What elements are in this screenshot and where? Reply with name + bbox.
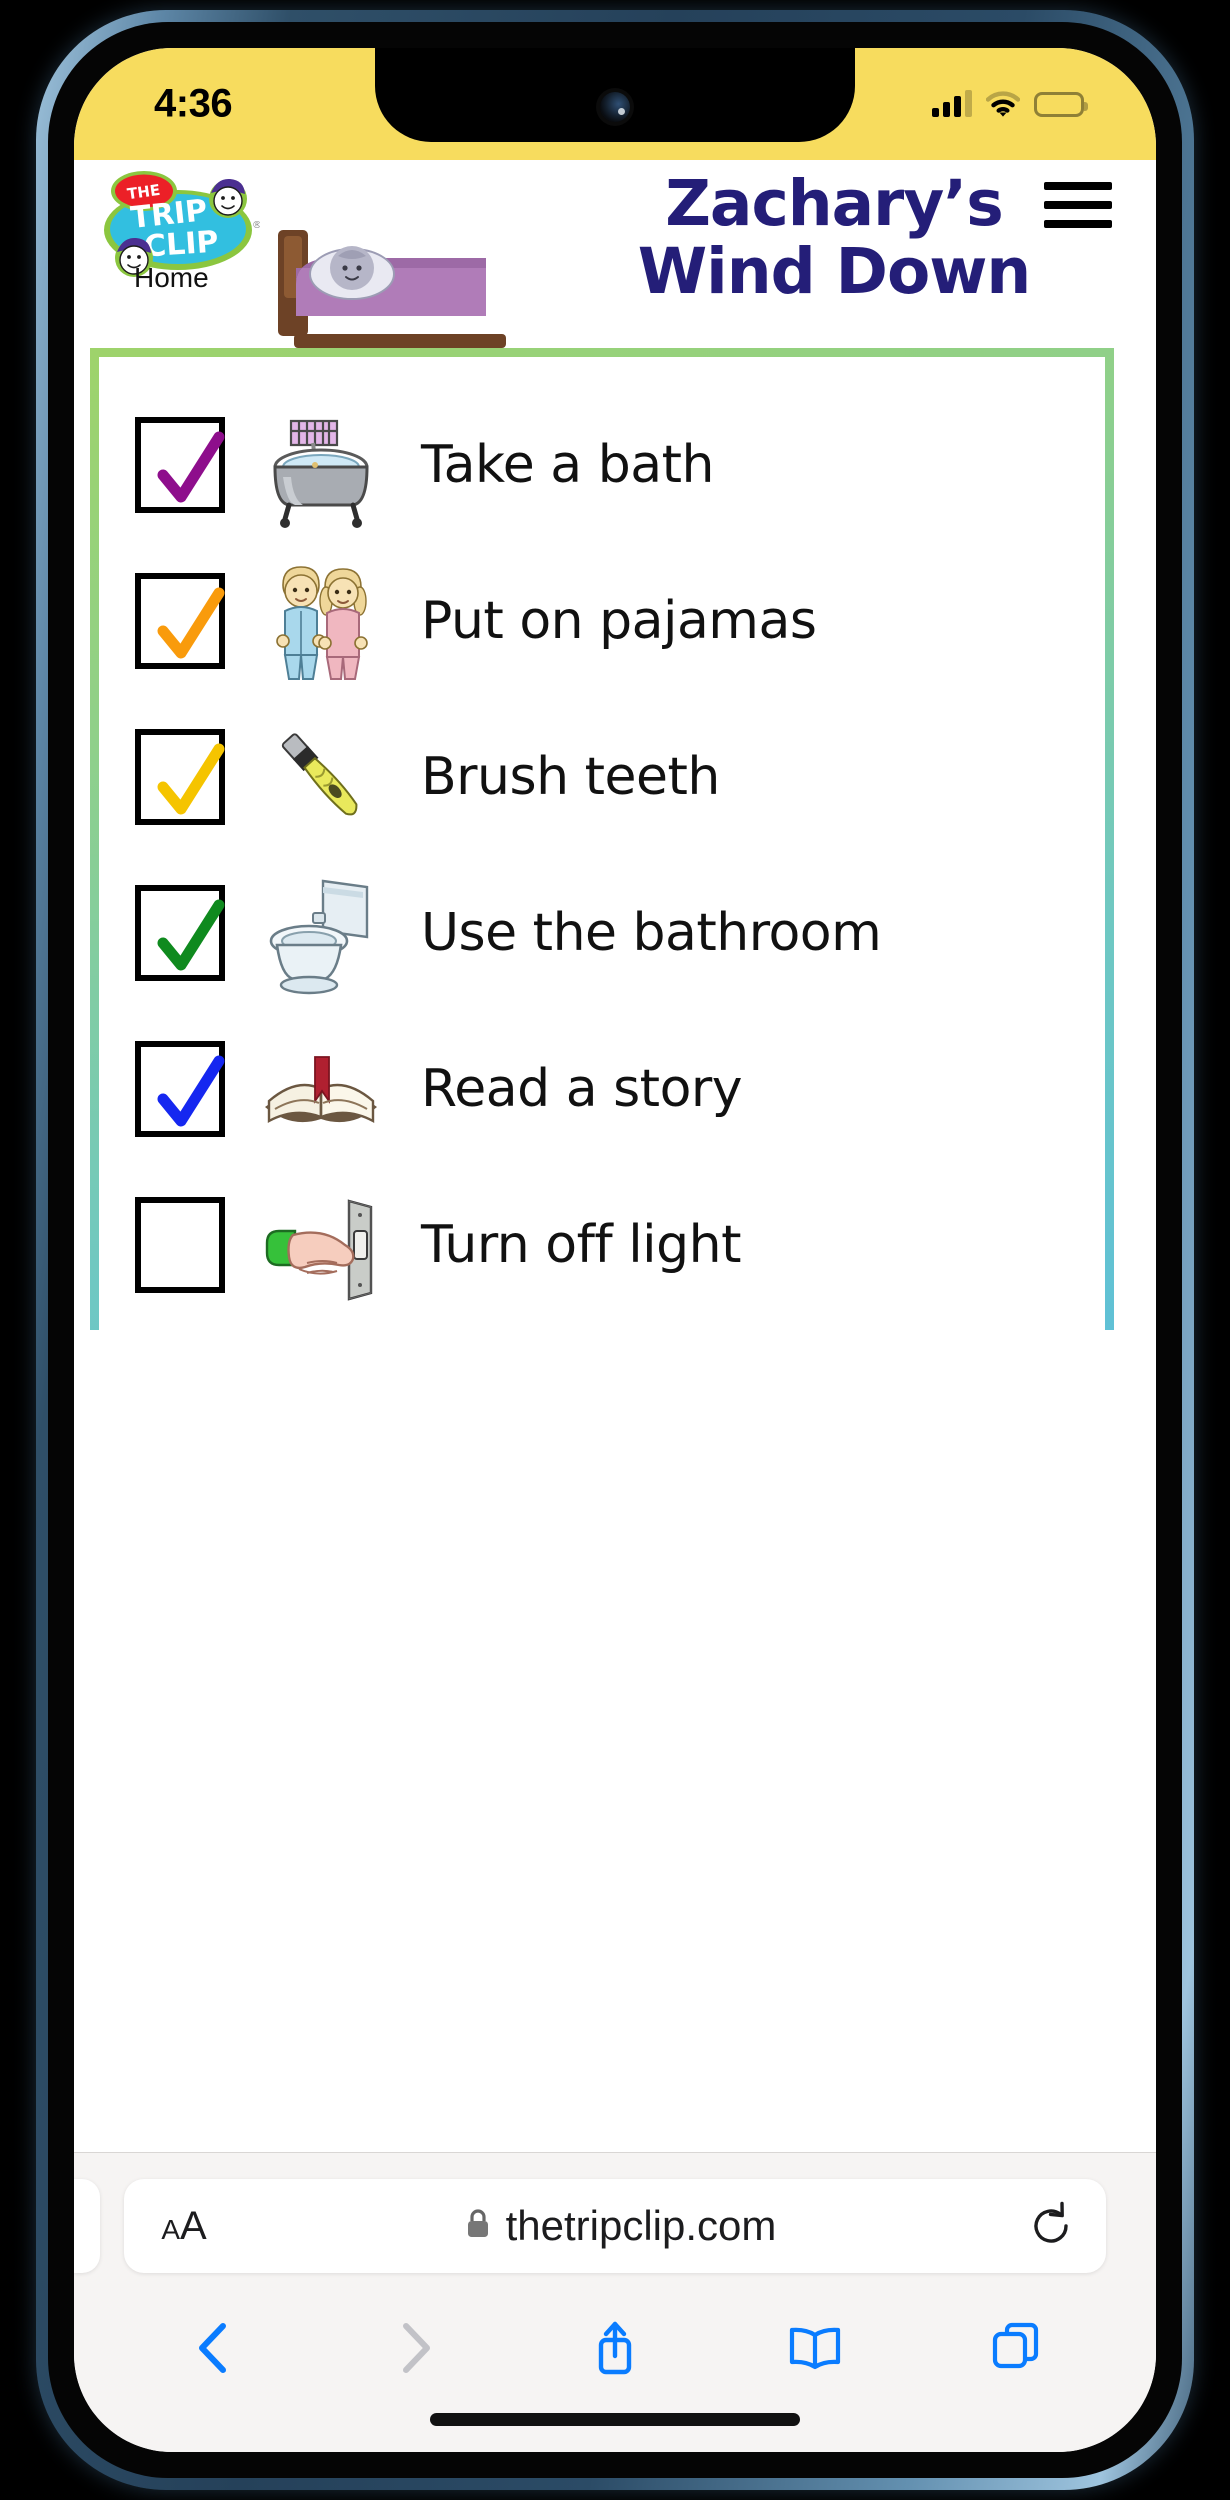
- checkmark-icon: [157, 587, 225, 659]
- page-title-line1: Zachary’s: [665, 167, 1003, 240]
- text-size-large-label: A: [180, 2203, 207, 2248]
- bathtub-icon: [255, 399, 387, 531]
- checkbox[interactable]: [135, 573, 225, 669]
- checkmark-icon: [157, 743, 225, 815]
- phone-frame: 4:36 THE TRIP CLIP ® Home Zachary’s Wind…: [36, 10, 1194, 2490]
- page-title-line2: Wind Down: [637, 235, 1032, 309]
- toothbrush-icon: [255, 711, 387, 843]
- hamburger-menu-icon[interactable]: [1044, 182, 1112, 228]
- page-title: Zachary’s Wind Down: [574, 167, 1094, 309]
- the-trip-clip-logo[interactable]: THE TRIP CLIP ®: [100, 166, 262, 277]
- checklist-row[interactable]: Read a story: [99, 1011, 1105, 1167]
- text-size-button[interactable]: AA: [124, 2204, 244, 2249]
- checkbox[interactable]: [135, 729, 225, 825]
- web-page: THE TRIP CLIP ® Home Zachary’s Wind Down…: [74, 160, 1156, 1330]
- checkmark-icon: [157, 899, 225, 971]
- home-indicator: [430, 2413, 800, 2426]
- cellular-signal-icon: [932, 90, 972, 117]
- hand-on-light-switch-icon: [255, 1179, 387, 1311]
- tab-peek[interactable]: [74, 2179, 100, 2273]
- reload-button[interactable]: [996, 2200, 1106, 2252]
- site-header: THE TRIP CLIP ® Home Zachary’s Wind Down: [74, 160, 1156, 350]
- phone-screen: 4:36 THE TRIP CLIP ® Home Zachary’s Wind…: [74, 48, 1156, 2452]
- url-text: thetripclip.com: [505, 2202, 777, 2249]
- checklist-row-label: Put on pajamas: [421, 591, 817, 651]
- text-size-small-label: A: [161, 2213, 180, 2245]
- status-indicators: [932, 90, 1088, 117]
- open-book-icon: [255, 1023, 387, 1155]
- address-bar[interactable]: AA thetripclip.com: [124, 2179, 1106, 2273]
- checklist-row[interactable]: Put on pajamas: [99, 543, 1105, 699]
- forward-button[interactable]: [370, 2320, 460, 2376]
- checkbox[interactable]: [135, 1197, 225, 1293]
- toilet-icon: [255, 867, 387, 999]
- checkmark-icon: [157, 1055, 225, 1127]
- browser-nav-bar: [74, 2293, 1156, 2403]
- checklist-row-label: Read a story: [421, 1059, 743, 1119]
- lock-icon: [464, 2207, 492, 2245]
- status-bar: 4:36: [74, 48, 1156, 160]
- checklist-row[interactable]: Take a bath: [99, 387, 1105, 543]
- url-display[interactable]: thetripclip.com: [244, 2202, 996, 2250]
- header-art: [256, 222, 516, 354]
- checkbox[interactable]: [135, 1041, 225, 1137]
- checkmark-icon: [157, 431, 225, 503]
- checklist-card: Take a bath Put on pajamas Brush teeth U…: [90, 348, 1114, 1330]
- svg-text:CLIP: CLIP: [143, 224, 220, 264]
- checklist-row[interactable]: Use the bathroom: [99, 855, 1105, 1011]
- checklist-row[interactable]: Turn off light: [99, 1167, 1105, 1323]
- checklist-row[interactable]: Brush teeth: [99, 699, 1105, 855]
- wifi-icon: [985, 91, 1021, 117]
- home-link[interactable]: Home: [134, 262, 209, 294]
- browser-toolbar: AA thetripclip.com: [74, 2152, 1156, 2452]
- checkbox[interactable]: [135, 885, 225, 981]
- front-camera-icon: [600, 92, 630, 122]
- back-button[interactable]: [169, 2320, 259, 2376]
- checkbox[interactable]: [135, 417, 225, 513]
- share-button[interactable]: [570, 2318, 660, 2378]
- checklist-row-label: Take a bath: [421, 435, 714, 495]
- screenshot-stage: 4:36 THE TRIP CLIP ® Home Zachary’s Wind…: [0, 0, 1230, 2500]
- phone-bezel: 4:36 THE TRIP CLIP ® Home Zachary’s Wind…: [48, 22, 1182, 2478]
- battery-icon: [1034, 91, 1088, 117]
- checklist-row-label: Turn off light: [421, 1215, 741, 1275]
- bookmarks-button[interactable]: [770, 2324, 860, 2372]
- checklist-row-label: Brush teeth: [421, 747, 720, 807]
- status-time: 4:36: [154, 81, 233, 126]
- display-notch: [375, 48, 855, 142]
- checklist-row-label: Use the bathroom: [421, 903, 882, 963]
- tabs-button[interactable]: [971, 2322, 1061, 2374]
- children-in-pajamas-icon: [255, 555, 387, 687]
